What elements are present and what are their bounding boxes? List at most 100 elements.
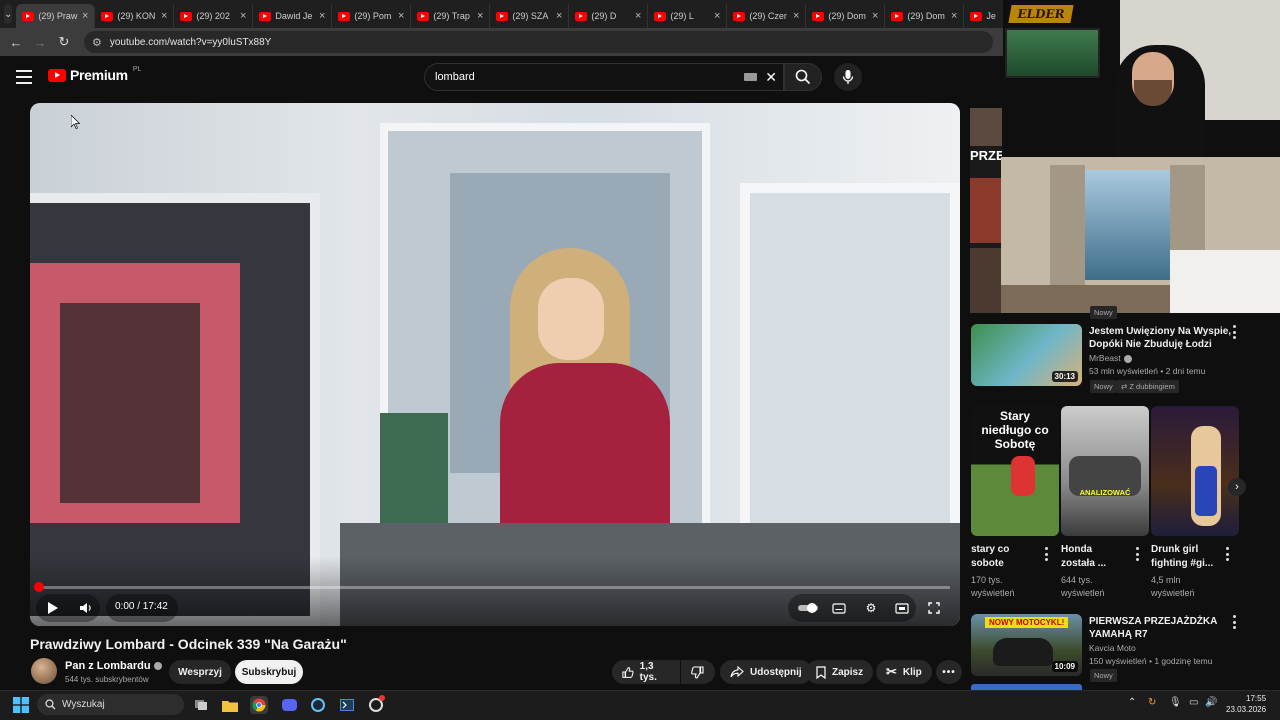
short-thumbnail[interactable]: ANALIZOWAĆ bbox=[1061, 406, 1149, 536]
youtube-logo[interactable]: Premium PL bbox=[48, 66, 141, 83]
tray-app-icon[interactable]: ↻ bbox=[1148, 697, 1156, 708]
support-button[interactable]: Wesprzyj bbox=[169, 660, 231, 684]
browser-tab[interactable]: (29) Pom × bbox=[332, 4, 412, 28]
obs-icon[interactable] bbox=[367, 695, 385, 714]
tab-search-button[interactable]: ⌄ bbox=[4, 4, 13, 24]
browser-tab[interactable]: (29) Trap × bbox=[411, 4, 491, 28]
short-thumbnail[interactable]: Stary niedługo co Sobotę bbox=[971, 406, 1059, 536]
close-tab-icon[interactable]: × bbox=[82, 10, 88, 22]
browser-tab[interactable]: Dawid Je × bbox=[253, 4, 333, 28]
subscribe-button[interactable]: Subskrybuj bbox=[235, 660, 303, 684]
forward-icon[interactable]: → bbox=[30, 32, 50, 52]
short-title[interactable]: Drunk girl fighting #gi... bbox=[1151, 543, 1221, 571]
terminal-icon[interactable] bbox=[338, 696, 356, 714]
browser-tab[interactable]: (29) Dom × bbox=[806, 4, 886, 28]
browser-tab[interactable]: (29) L × bbox=[648, 4, 728, 28]
close-tab-icon[interactable]: × bbox=[477, 10, 483, 22]
fullscreen-icon[interactable] bbox=[924, 598, 944, 618]
next-arrow-icon[interactable]: › bbox=[1228, 478, 1246, 496]
microphone-tray-icon[interactable]: 🎙 bbox=[1169, 697, 1182, 708]
task-view-icon[interactable] bbox=[192, 696, 210, 714]
like-button[interactable]: 1,3 tys. bbox=[612, 660, 680, 684]
close-tab-icon[interactable]: × bbox=[872, 10, 878, 22]
site-info-icon[interactable]: ⚙ bbox=[92, 36, 102, 49]
url-field[interactable]: ⚙ youtube.com/watch?v=yy0luSTx88Y bbox=[84, 31, 993, 53]
more-options-icon[interactable] bbox=[1135, 547, 1139, 561]
clip-button[interactable]: ✂ Klip bbox=[876, 660, 932, 684]
keyboard-icon[interactable] bbox=[744, 73, 757, 81]
browser-tab[interactable]: (29) KON × bbox=[95, 4, 175, 28]
video-player[interactable]: 0:00 / 17:42 ⚙ bbox=[30, 103, 960, 626]
short-thumbnail[interactable] bbox=[1151, 406, 1239, 536]
more-options-icon[interactable] bbox=[1232, 615, 1236, 629]
reload-icon[interactable]: ↻ bbox=[54, 32, 74, 52]
recommendation-thumbnail[interactable]: NOWY MOTOCYKL! 10:09 bbox=[971, 614, 1082, 676]
volume-icon[interactable] bbox=[76, 598, 96, 618]
search-button[interactable] bbox=[784, 63, 822, 91]
browser-tab[interactable]: (29) Dom × bbox=[885, 4, 965, 28]
recommendation-title[interactable]: PIERWSZA PRZEJAŻDŻKA YAMAHĄ R7 bbox=[1089, 615, 1217, 641]
more-actions-button[interactable]: ••• bbox=[936, 660, 962, 684]
autoplay-toggle[interactable] bbox=[795, 598, 821, 618]
more-options-icon[interactable] bbox=[1232, 325, 1236, 339]
steam-icon[interactable] bbox=[309, 696, 327, 714]
close-tab-icon[interactable]: × bbox=[793, 10, 799, 22]
subtitles-icon[interactable] bbox=[829, 598, 849, 618]
close-tab-icon[interactable]: × bbox=[635, 10, 641, 22]
recommendation-channel[interactable]: MrBeast bbox=[1089, 352, 1132, 365]
close-tab-icon[interactable]: × bbox=[556, 10, 562, 22]
verified-icon bbox=[1123, 354, 1132, 363]
file-explorer-icon[interactable] bbox=[221, 696, 239, 714]
volume-tray-icon[interactable]: 🔊 bbox=[1205, 697, 1217, 708]
dislike-button[interactable] bbox=[681, 660, 715, 684]
more-options-icon[interactable] bbox=[1225, 547, 1229, 561]
system-clock[interactable]: 17:55 23.03.2026 bbox=[1226, 693, 1266, 715]
taskbar-search-input[interactable]: Wyszukaj bbox=[37, 694, 184, 715]
recommendation-thumbnail[interactable]: 30:13 bbox=[971, 324, 1082, 386]
close-tab-icon[interactable]: × bbox=[240, 10, 246, 22]
progress-bar[interactable] bbox=[40, 586, 950, 589]
discord-icon[interactable] bbox=[280, 696, 298, 714]
display-icon[interactable]: ▭ bbox=[1189, 697, 1198, 708]
channel-name[interactable]: Pan z Lombardu bbox=[65, 660, 151, 672]
close-tab-icon[interactable]: × bbox=[951, 10, 957, 22]
browser-tab[interactable]: (29) D × bbox=[569, 4, 649, 28]
youtube-favicon-icon bbox=[733, 11, 746, 21]
close-tab-icon[interactable]: × bbox=[714, 10, 720, 22]
browser-tab[interactable]: (29) Praw × bbox=[16, 4, 96, 28]
search-input[interactable]: lombard ✕ bbox=[424, 63, 784, 91]
recommendation-title[interactable]: Jestem Uwięziony Na Wyspie, Dopóki Nie Z… bbox=[1089, 325, 1231, 351]
browser-tab[interactable]: Je bbox=[964, 4, 1003, 28]
windows-start-icon[interactable] bbox=[12, 696, 30, 714]
miniplayer-icon[interactable] bbox=[892, 598, 912, 618]
search-query: lombard bbox=[435, 71, 475, 83]
share-button[interactable]: Udostępnij bbox=[720, 660, 812, 684]
voice-search-button[interactable] bbox=[834, 63, 862, 91]
close-tab-icon[interactable]: × bbox=[319, 10, 325, 22]
close-tab-icon[interactable]: × bbox=[398, 10, 404, 22]
url-text: youtube.com/watch?v=yy0luSTx88Y bbox=[109, 36, 272, 48]
channel-avatar[interactable] bbox=[31, 658, 57, 684]
more-options-icon[interactable] bbox=[1044, 547, 1048, 561]
short-title[interactable]: stary co sobote bbox=[971, 543, 1041, 571]
back-icon[interactable]: ← bbox=[6, 32, 26, 52]
play-button[interactable] bbox=[40, 595, 66, 621]
youtube-favicon-icon bbox=[812, 11, 825, 21]
channel-name-row[interactable]: Pan z Lombardu bbox=[65, 660, 162, 672]
save-button[interactable]: Zapisz bbox=[806, 660, 874, 684]
menu-icon[interactable] bbox=[16, 70, 32, 84]
clear-search-icon[interactable]: ✕ bbox=[765, 69, 777, 86]
scrubber-handle[interactable] bbox=[34, 582, 44, 592]
close-tab-icon[interactable]: × bbox=[161, 10, 167, 22]
browser-tab[interactable]: (29) SZA × bbox=[490, 4, 570, 28]
short-title[interactable]: Honda została ... bbox=[1061, 543, 1131, 571]
chrome-icon[interactable] bbox=[250, 696, 268, 714]
aquarium bbox=[1005, 28, 1100, 78]
recommendation-channel[interactable]: Kavcia Moto bbox=[1089, 642, 1136, 655]
browser-tab[interactable]: (29) 202 × bbox=[174, 4, 254, 28]
video-person bbox=[490, 248, 670, 553]
settings-gear-icon[interactable]: ⚙ bbox=[861, 598, 881, 618]
browser-tab[interactable]: (29) Czer × bbox=[727, 4, 807, 28]
tray-overflow-icon[interactable]: ⌃ bbox=[1128, 697, 1136, 708]
youtube-favicon-icon bbox=[180, 11, 193, 21]
